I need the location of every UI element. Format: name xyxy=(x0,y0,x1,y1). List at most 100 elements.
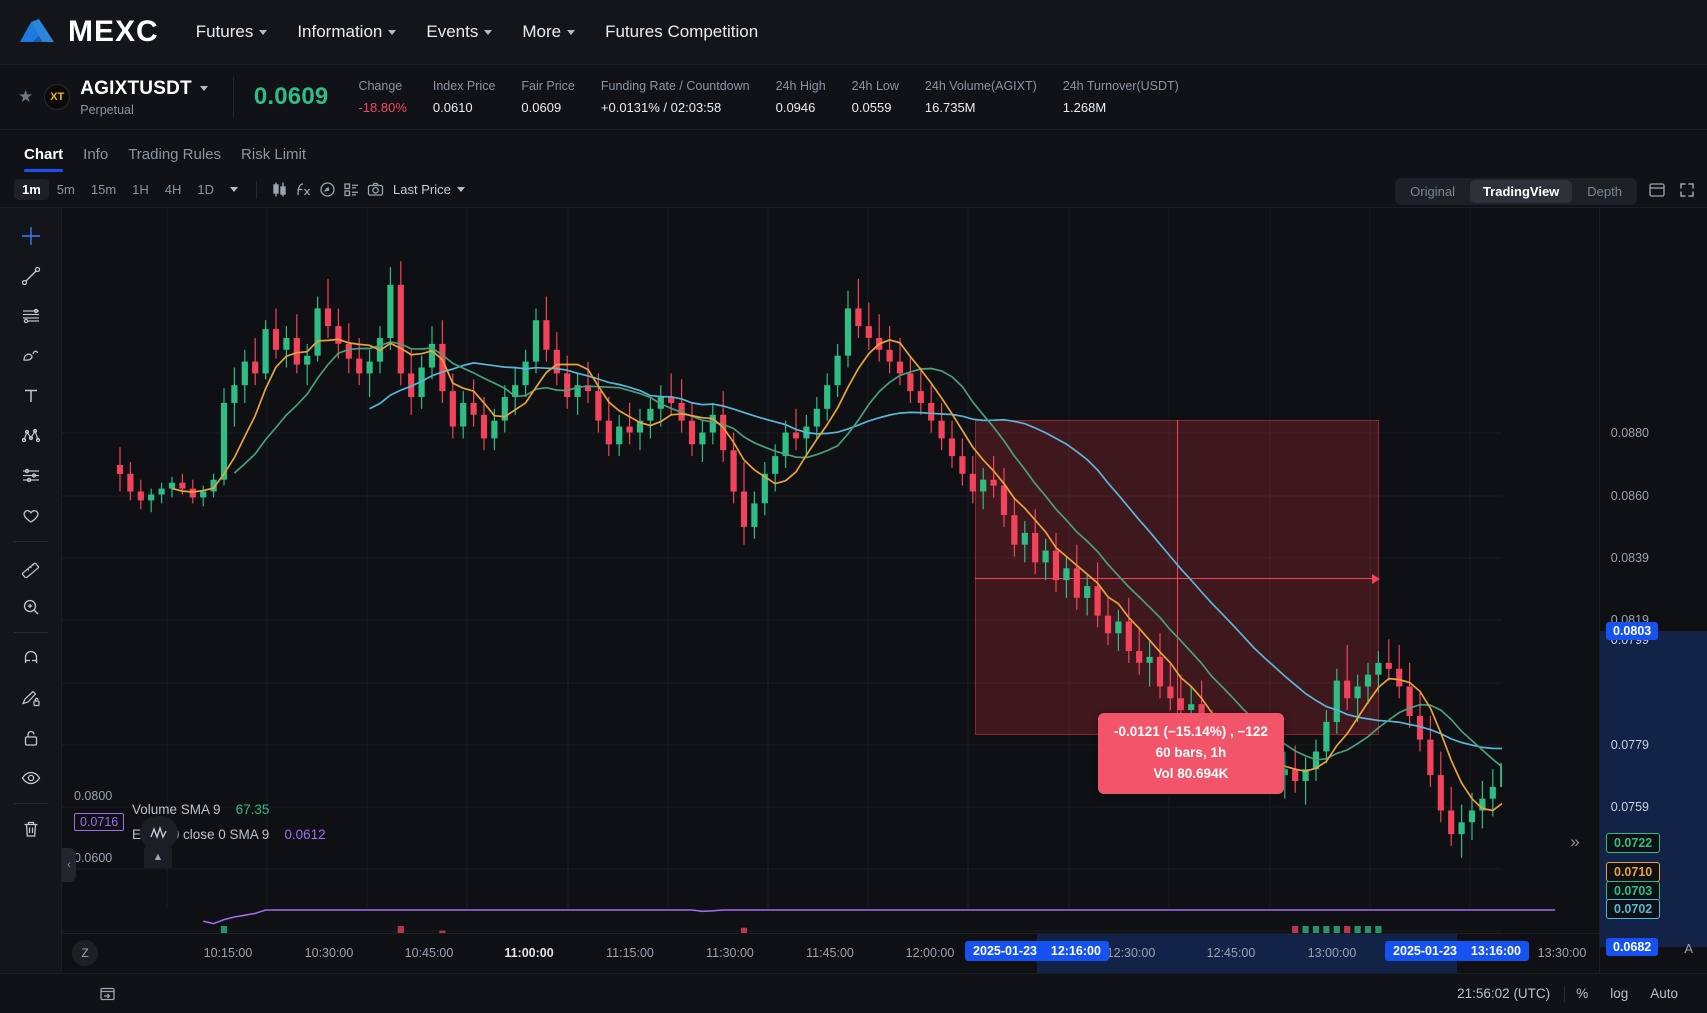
stat-24h-low: 24h Low 0.0559 xyxy=(852,79,899,115)
time-tick: 11:30:00 xyxy=(706,946,754,960)
tab-risk-limit[interactable]: Risk Limit xyxy=(231,146,316,172)
stat-change-value: -18.80% xyxy=(358,100,406,115)
price-source-selector[interactable]: Last Price xyxy=(393,182,465,197)
chart-section-tabs: Chart Info Trading Rules Risk Limit xyxy=(0,130,1707,172)
volume-indicator-legend[interactable]: Volume SMA 9 67.35 xyxy=(132,802,269,817)
time-range-start-time: 12:16:00 xyxy=(1051,944,1101,958)
camera-snapshot-icon[interactable] xyxy=(363,178,387,202)
time-tick: 12:30:00 xyxy=(1107,946,1156,960)
crosshair-cursor-icon[interactable] xyxy=(11,216,51,256)
brush-draw-icon[interactable] xyxy=(11,336,51,376)
nav-item-futures-competition-label: Futures Competition xyxy=(605,22,758,42)
time-range-start-badge: 2025-01-23 12:16:00 xyxy=(965,941,1109,961)
timeframe-4h[interactable]: 4H xyxy=(157,179,190,200)
nav-item-events[interactable]: Events xyxy=(411,22,507,42)
chart-status-bar: 21:56:02 (UTC) % log Auto xyxy=(0,973,1707,1013)
fullscreen-icon[interactable] xyxy=(1675,178,1699,202)
stat-24h-high-value: 0.0946 xyxy=(776,100,826,115)
status-bar-right-group: 21:56:02 (UTC) % log Auto xyxy=(1443,986,1689,1002)
ema-badge-icon[interactable] xyxy=(140,816,178,850)
log-scale-button[interactable]: log xyxy=(1599,986,1639,1001)
measure-bars: 60 bars, 1h xyxy=(1114,743,1268,764)
magnet-icon[interactable] xyxy=(11,638,51,678)
price-tick: 0.0880 xyxy=(1611,426,1649,440)
page-title: AGIXTUSDT xyxy=(80,78,192,100)
replay-bar-icon[interactable] xyxy=(94,981,120,1007)
candlestick-series xyxy=(62,208,1599,973)
timeframe-1m[interactable]: 1m xyxy=(14,179,49,200)
view-mode-original[interactable]: Original xyxy=(1397,180,1468,203)
timeframe-1h[interactable]: 1H xyxy=(124,179,157,200)
stat-24h-volume-label: 24h Volume(AGIXT) xyxy=(925,79,1037,93)
scroll-to-realtime-icon[interactable]: » xyxy=(1561,828,1589,856)
tab-info[interactable]: Info xyxy=(73,146,118,172)
measure-delta: -0.0121 (−15.14%) , −122 xyxy=(1114,722,1268,743)
compare-gauge-icon[interactable] xyxy=(315,178,339,202)
tab-trading-rules[interactable]: Trading Rules xyxy=(118,146,231,172)
measure-ruler-icon[interactable] xyxy=(11,547,51,587)
price-axis[interactable]: 0.0880 0.0860 0.0839 0.0819 0.0799 0.077… xyxy=(1599,208,1707,973)
star-icon[interactable]: ★ xyxy=(18,87,33,107)
hide-drawings-eye-icon[interactable] xyxy=(11,758,51,798)
nav-item-futures-competition[interactable]: Futures Competition xyxy=(590,22,773,42)
nav-item-information[interactable]: Information xyxy=(282,22,411,42)
drawing-tools-sidebar xyxy=(0,208,62,973)
brand-logo[interactable]: MEXC xyxy=(18,15,159,49)
timeframe-5m[interactable]: 5m xyxy=(49,179,83,200)
candlestick-icon[interactable] xyxy=(267,178,291,202)
nav-item-more[interactable]: More xyxy=(507,22,590,42)
favorite-heart-icon[interactable] xyxy=(11,496,51,536)
templates-list-icon[interactable] xyxy=(339,178,363,202)
time-tick: 11:45:00 xyxy=(806,946,854,960)
symbol-selector[interactable]: AGIXTUSDT Perpetual xyxy=(80,78,208,117)
time-range-end-date: 2025-01-23 xyxy=(1393,944,1457,958)
price-tick: 0.0860 xyxy=(1611,489,1649,503)
time-tick: 12:45:00 xyxy=(1207,946,1256,960)
status-badge: 0.0703 xyxy=(1606,881,1660,901)
stat-fair-price-label: Fair Price xyxy=(521,79,574,93)
stat-24h-high-label: 24h High xyxy=(776,79,826,93)
text-tool-icon[interactable] xyxy=(11,376,51,416)
stat-fair-price: Fair Price 0.0609 xyxy=(521,79,574,115)
horizontal-lines-icon[interactable] xyxy=(11,296,51,336)
divider xyxy=(256,181,257,199)
time-axis[interactable]: 10:15:00 10:30:00 10:45:00 11:00:00 11:1… xyxy=(62,933,1599,973)
zoom-in-icon[interactable] xyxy=(11,587,51,627)
indicators-fx-icon[interactable] xyxy=(291,178,315,202)
chart-area: -0.0121 (−15.14%) , −122 60 bars, 1h Vol… xyxy=(0,208,1707,973)
status-badge: 0.0682 xyxy=(1606,938,1658,956)
stat-index-price-label: Index Price xyxy=(433,79,496,93)
collapse-sidebar-handle[interactable]: ‹ xyxy=(62,848,76,882)
timeframe-1d[interactable]: 1D xyxy=(189,179,222,200)
view-mode-depth[interactable]: Depth xyxy=(1574,180,1635,203)
percent-scale-button[interactable]: % xyxy=(1565,986,1599,1001)
pattern-xabcd-icon[interactable] xyxy=(11,416,51,456)
time-tick: 10:45:00 xyxy=(405,946,454,960)
drawing-mode-lock-icon[interactable] xyxy=(11,678,51,718)
expand-subpane-button[interactable]: ▲ xyxy=(144,846,172,868)
mexc-mountain-logo-icon xyxy=(18,17,56,47)
auto-scale-button[interactable]: Auto xyxy=(1639,986,1689,1001)
tab-chart[interactable]: Chart xyxy=(14,146,73,172)
ema-indicator-value: 0.0612 xyxy=(284,827,325,842)
view-mode-tradingview[interactable]: TradingView xyxy=(1470,180,1572,203)
price-chart-plot[interactable]: -0.0121 (−15.14%) , −122 60 bars, 1h Vol… xyxy=(62,208,1707,973)
stat-index-price: Index Price 0.0610 xyxy=(433,79,496,115)
panel-layout-icon[interactable] xyxy=(1645,178,1669,202)
timeframe-15m[interactable]: 15m xyxy=(83,179,124,200)
auto-scale-toggle[interactable]: A xyxy=(1684,941,1693,956)
time-tick: 10:30:00 xyxy=(305,946,354,960)
chevron-down-icon[interactable] xyxy=(222,178,246,202)
trend-line-icon[interactable] xyxy=(11,256,51,296)
nav-item-futures-label: Futures xyxy=(196,22,254,42)
stat-change: Change -18.80% xyxy=(358,79,406,115)
time-tick: 13:00:00 xyxy=(1308,946,1357,960)
nav-item-futures[interactable]: Futures xyxy=(181,22,283,42)
remove-drawings-trash-icon[interactable] xyxy=(11,809,51,849)
lock-drawings-icon[interactable] xyxy=(11,718,51,758)
stat-24h-volume-value: 16.735M xyxy=(925,100,1037,115)
chevron-down-icon[interactable] xyxy=(200,86,208,91)
reset-zoom-button[interactable]: Z xyxy=(72,940,98,966)
forecast-position-icon[interactable] xyxy=(11,456,51,496)
volume-indicator-value: 67.35 xyxy=(236,802,270,817)
